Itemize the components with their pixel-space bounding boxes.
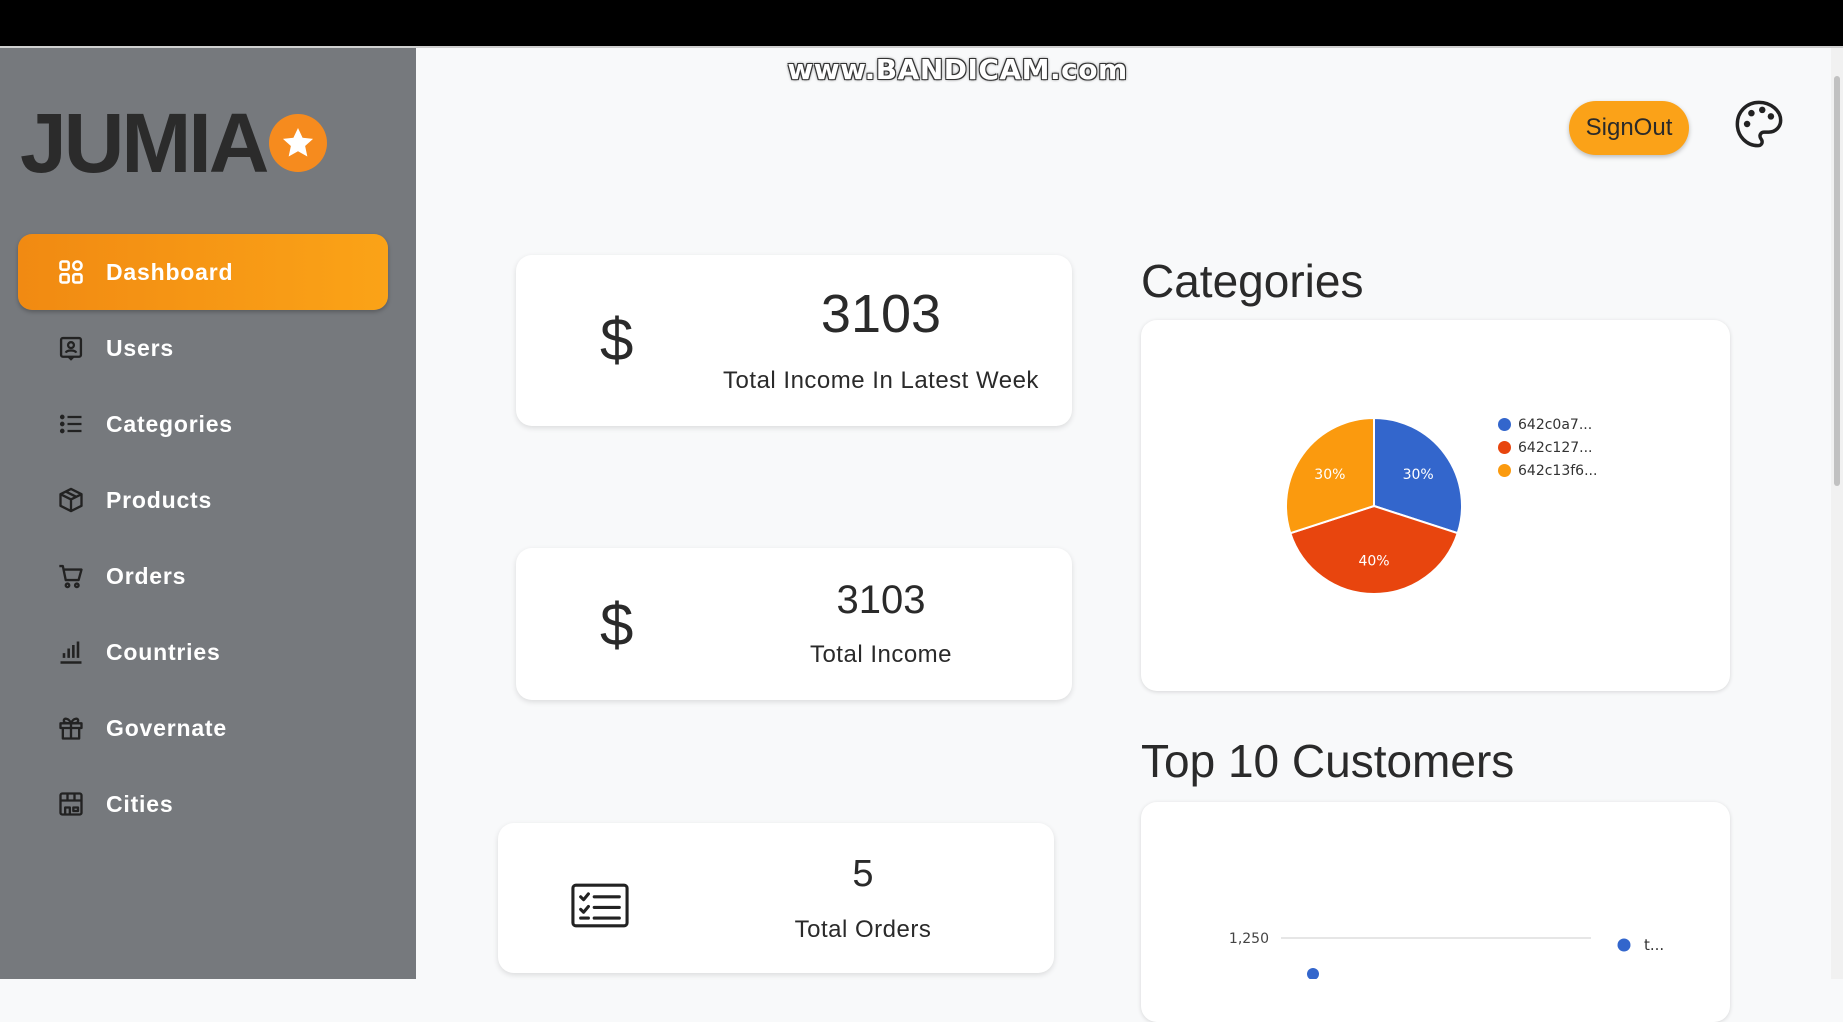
recording-top-bar	[0, 0, 1843, 48]
stat-card-weekly-income: $ 3103 Total Income In Latest Week	[516, 255, 1072, 426]
store-icon	[56, 789, 86, 819]
legend-item[interactable]: 642c0a7...	[1498, 413, 1597, 436]
sidebar-item-label: Products	[106, 486, 213, 513]
sidebar-item-dashboard[interactable]: Dashboard	[18, 234, 388, 310]
sidebar-item-label: Users	[106, 334, 174, 361]
categories-pie-chart: 30% 40% 30%	[1285, 416, 1463, 595]
box-icon	[56, 485, 86, 515]
sidebar-item-orders[interactable]: Orders	[18, 538, 388, 614]
legend-item[interactable]: 642c13f6...	[1498, 459, 1597, 482]
pie-slice-label: 30%	[1314, 467, 1345, 483]
gift-icon	[56, 713, 86, 743]
legend-item[interactable]: 642c127...	[1498, 436, 1597, 459]
legend-label: 642c127...	[1518, 439, 1593, 456]
categories-chart-card: 30% 40% 30% 642c0a7... 642c127... 642c13f6..…	[1141, 320, 1730, 691]
sidebar-item-label: Governate	[106, 714, 227, 741]
scrollbar-thumb[interactable]	[1834, 76, 1840, 486]
dollar-icon: $	[600, 591, 634, 658]
sidebar-item-governate[interactable]: Governate	[18, 690, 388, 766]
brand-logo[interactable]: JUMIA	[20, 101, 328, 185]
sidebar-item-label: Categories	[106, 410, 233, 437]
legend-swatch	[1498, 418, 1511, 431]
sidebar-item-users[interactable]: Users	[18, 310, 388, 386]
stat-value: 3103	[820, 284, 942, 344]
sidebar-item-categories[interactable]: Categories	[18, 386, 388, 462]
legend-label[interactable]: t...	[1644, 936, 1664, 954]
page-scrollbar[interactable]	[1831, 48, 1843, 979]
dollar-icon: $	[600, 306, 634, 373]
star-icon	[269, 114, 328, 172]
sidebar-item-cities[interactable]: Cities	[18, 766, 388, 842]
list-icon	[56, 409, 86, 439]
bar-chart-icon	[56, 637, 86, 667]
cart-icon	[56, 561, 86, 591]
stat-value: 5	[852, 853, 874, 895]
stat-card-total-income: $ 3103 Total Income	[516, 548, 1072, 700]
pie-legend: 642c0a7... 642c127... 642c13f6...	[1498, 413, 1597, 482]
stat-label: Total Income In Latest Week	[723, 367, 1039, 394]
pie-slice-label: 30%	[1403, 467, 1434, 483]
data-point[interactable]	[1307, 968, 1319, 979]
sidebar-item-label: Dashboard	[106, 258, 234, 285]
stat-card-total-orders: 5 Total Orders	[498, 823, 1054, 973]
top-customers-chart-card: 1,250 t...	[1141, 802, 1730, 1022]
sidebar-nav: Dashboard Users Categories Products Orde…	[18, 234, 388, 842]
categories-title: Categories	[1141, 255, 1364, 307]
sidebar-item-countries[interactable]: Countries	[18, 614, 388, 690]
logo-text: JUMIA	[20, 96, 269, 190]
checklist-icon	[571, 873, 629, 942]
palette-icon[interactable]	[1733, 98, 1785, 150]
legend-swatch	[1498, 464, 1511, 477]
stat-label: Total Income	[809, 641, 953, 668]
sidebar: JUMIA Dashboard Users Categories Product…	[0, 48, 416, 979]
user-badge-icon	[56, 333, 86, 363]
recorder-watermark: www.BANDICAM.com	[787, 53, 1128, 86]
legend-label: 642c0a7...	[1518, 416, 1593, 433]
legend-label: 642c13f6...	[1518, 462, 1598, 479]
sidebar-item-label: Cities	[106, 790, 174, 817]
stat-value: 3103	[836, 578, 926, 622]
legend-swatch	[1617, 938, 1631, 952]
legend-swatch	[1498, 441, 1511, 454]
dashboard-grid-icon	[56, 257, 86, 287]
pie-slice-label: 40%	[1358, 554, 1389, 570]
sidebar-item-label: Countries	[106, 638, 221, 665]
stat-label: Total Orders	[794, 916, 932, 943]
signout-button[interactable]: SignOut	[1569, 101, 1689, 155]
top-customers-title: Top 10 Customers	[1141, 735, 1515, 787]
y-tick-label: 1,250	[1229, 931, 1269, 947]
sidebar-item-label: Orders	[106, 562, 187, 589]
top-customers-scatter-chart: 1,250 t...	[1229, 931, 1664, 979]
sidebar-item-products[interactable]: Products	[18, 462, 388, 538]
